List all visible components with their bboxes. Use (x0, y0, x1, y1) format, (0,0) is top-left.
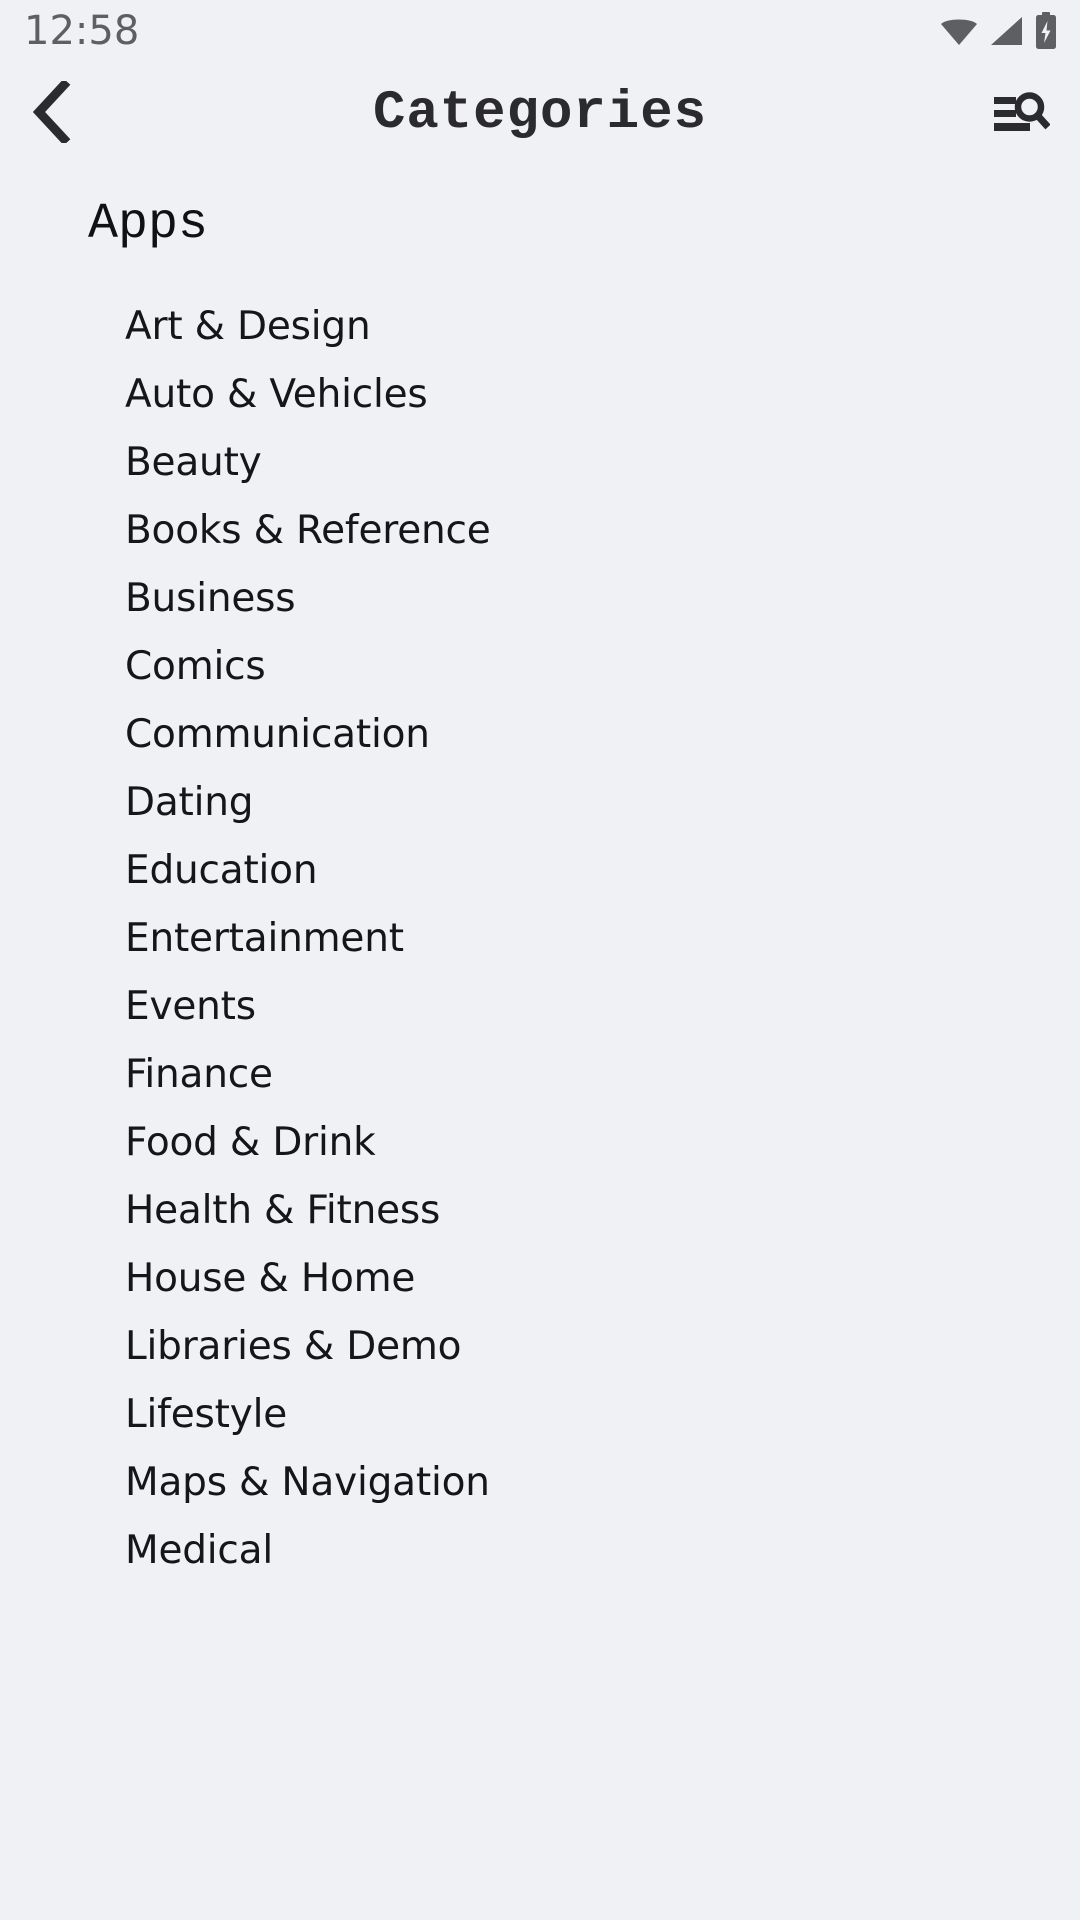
chevron-left-icon (31, 78, 73, 147)
content-area: Apps Art & Design Auto & Vehicles Beauty… (0, 166, 1080, 1584)
list-item[interactable]: House & Home (0, 1244, 1080, 1312)
status-bar-icons (940, 12, 1058, 50)
list-item[interactable]: Medical (0, 1516, 1080, 1584)
category-label: Business (125, 575, 296, 621)
list-item[interactable]: Auto & Vehicles (0, 360, 1080, 428)
list-item[interactable]: Health & Fitness (0, 1176, 1080, 1244)
category-label: Art & Design (125, 303, 371, 349)
app-bar: Categories (0, 62, 1080, 166)
category-label: Libraries & Demo (125, 1323, 462, 1369)
category-label: Health & Fitness (125, 1187, 441, 1233)
list-item[interactable]: Education (0, 836, 1080, 904)
list-item[interactable]: Beauty (0, 428, 1080, 496)
category-label: Comics (125, 643, 266, 689)
list-item[interactable]: Books & Reference (0, 496, 1080, 564)
list-item[interactable]: Comics (0, 632, 1080, 700)
category-label: Medical (125, 1527, 274, 1573)
back-button[interactable] (0, 62, 104, 166)
category-label: Education (125, 847, 318, 893)
list-item[interactable]: Lifestyle (0, 1380, 1080, 1448)
category-label: Finance (125, 1051, 273, 1097)
category-label: Lifestyle (125, 1391, 288, 1437)
section-header-apps: Apps (88, 196, 209, 253)
category-label: Food & Drink (125, 1119, 376, 1165)
list-item[interactable]: Events (0, 972, 1080, 1040)
page-title: Categories (372, 83, 708, 144)
status-bar-clock: 12:58 (24, 8, 140, 54)
battery-charging-icon (1034, 12, 1058, 50)
filter-search-icon (994, 89, 1051, 139)
category-label: Beauty (125, 439, 262, 485)
category-list: Art & Design Auto & Vehicles Beauty Book… (0, 292, 1080, 1584)
list-item[interactable]: Business (0, 564, 1080, 632)
category-label: House & Home (125, 1255, 416, 1301)
list-item[interactable]: Libraries & Demo (0, 1312, 1080, 1380)
status-bar: 12:58 (0, 0, 1080, 62)
category-label: Books & Reference (125, 507, 491, 553)
list-item[interactable]: Art & Design (0, 292, 1080, 360)
cellular-signal-icon (989, 16, 1023, 46)
list-item[interactable]: Maps & Navigation (0, 1448, 1080, 1516)
list-item[interactable]: Finance (0, 1040, 1080, 1108)
category-label: Entertainment (125, 915, 404, 961)
category-label: Maps & Navigation (125, 1459, 490, 1505)
category-label: Auto & Vehicles (125, 371, 428, 417)
list-item[interactable]: Entertainment (0, 904, 1080, 972)
category-label: Events (125, 983, 256, 1029)
list-item[interactable]: Communication (0, 700, 1080, 768)
wifi-icon (940, 16, 978, 46)
list-item[interactable]: Food & Drink (0, 1108, 1080, 1176)
list-item[interactable]: Dating (0, 768, 1080, 836)
category-label: Dating (125, 779, 254, 825)
filter-search-button[interactable] (972, 64, 1072, 164)
category-label: Communication (125, 711, 430, 757)
